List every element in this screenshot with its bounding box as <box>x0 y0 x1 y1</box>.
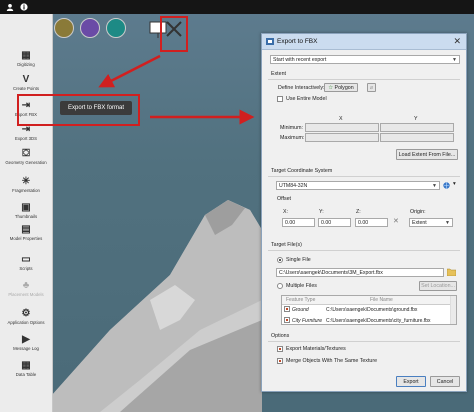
export-button[interactable]: Export <box>396 376 426 387</box>
merge-objects-checkbox[interactable] <box>277 358 283 364</box>
row-city-furniture-checkbox[interactable] <box>284 317 290 323</box>
cancel-button[interactable]: Cancel <box>430 376 460 387</box>
chevron-down-icon: ▼ <box>452 57 457 63</box>
polygon-icon: ☆ <box>328 85 334 91</box>
extent-divider <box>268 79 460 80</box>
reset-offset-icon[interactable]: ✕ <box>393 217 399 225</box>
tcs-divider <box>268 176 460 177</box>
use-entire-model-checkbox[interactable] <box>277 96 283 102</box>
extent-x-header: X <box>339 116 343 122</box>
row-ground-feature: Ground <box>292 307 309 313</box>
combo-value: Start with recent export <box>273 57 327 63</box>
extent-section-title: Extent <box>271 71 287 77</box>
chevron-down-icon: ▼ <box>432 183 437 189</box>
offset-y-label: Y: <box>319 209 324 215</box>
multiple-files-label: Multiple Files <box>286 283 317 289</box>
offset-x-field[interactable]: 0.00 <box>282 218 315 227</box>
offset-z-field[interactable]: 0.00 <box>355 218 388 227</box>
column-header-feature-type: Feature Type <box>286 297 316 303</box>
folder-icon[interactable] <box>447 268 456 276</box>
use-entire-model-label: Use Entire Model <box>286 96 327 102</box>
tcs-section-title: Target Coordinate System <box>271 168 333 174</box>
start-with-recent-combo[interactable]: Start with recent export ▼ <box>270 55 460 64</box>
single-file-label: Single File <box>286 257 311 263</box>
chevron-down-icon: ▼ <box>445 220 450 226</box>
offset-z-label: Z: <box>356 209 361 215</box>
offset-y-field[interactable]: 0.00 <box>318 218 351 227</box>
polygon-button[interactable]: ☆ Polygon <box>324 83 358 92</box>
files-section-title: Target File(s) <box>271 242 302 248</box>
row-city-furniture-file: C:\Users\saengek\Documents\city_furnitur… <box>326 318 431 324</box>
offset-label: Offset <box>277 196 292 202</box>
extent-max-x-field[interactable] <box>305 133 379 142</box>
extent-max-y-field[interactable] <box>380 133 454 142</box>
options-section-title: Options <box>271 333 290 339</box>
dialog-app-icon <box>266 38 274 45</box>
extent-min-x-field[interactable] <box>305 123 379 132</box>
table-scrollbar[interactable] <box>450 296 456 324</box>
dialog-titlebar[interactable]: Export to FBX ✕ <box>262 34 466 50</box>
polygon-button-label: Polygon <box>334 85 354 91</box>
dialog-title: Export to FBX <box>277 38 318 45</box>
row-ground-file: C:\Users\saengek\Documents\ground.fbx <box>326 307 418 313</box>
files-divider <box>268 250 460 251</box>
arrow-to-export <box>98 54 161 88</box>
extent-y-header: Y <box>414 116 418 122</box>
column-header-file-name: File Name <box>370 297 393 303</box>
define-interactively-label: Define Interactively: <box>278 85 325 91</box>
multiple-files-radio[interactable] <box>277 283 283 289</box>
single-file-path-field[interactable]: C:\Users\saengek\Documents\3M_Export.fbx <box>276 268 444 277</box>
set-location-button[interactable]: Set Location... <box>419 281 457 291</box>
options-divider <box>268 341 460 342</box>
origin-label: Origin: <box>410 209 426 215</box>
origin-combo[interactable]: Extent ▼ <box>409 218 453 227</box>
row-city-furniture-feature: City Furniture <box>292 318 323 324</box>
load-extent-button[interactable]: Load Extent From File... <box>396 149 458 160</box>
tcs-value: UTM84-32N <box>279 183 308 189</box>
clear-polygon-button[interactable]: ⌀ <box>367 83 376 92</box>
close-icon[interactable]: ✕ <box>453 36 461 47</box>
files-table: Feature Type File Name Ground C:\Users\s… <box>281 295 457 325</box>
single-file-radio[interactable] <box>277 257 283 263</box>
export-materials-label: Export Materials/Textures <box>286 346 346 352</box>
globe-icon[interactable] <box>443 182 450 189</box>
tcs-combo[interactable]: UTM84-32N ▼ <box>276 181 440 190</box>
export-materials-checkbox[interactable] <box>277 346 283 352</box>
extent-maximum-label: Maximum: <box>280 135 305 141</box>
extent-minimum-label: Minimum: <box>280 125 303 131</box>
tcs-expand-icon[interactable]: ▾ <box>453 181 456 187</box>
row-ground-checkbox[interactable] <box>284 306 290 312</box>
offset-x-label: X: <box>283 209 289 215</box>
extent-min-y-field[interactable] <box>380 123 454 132</box>
merge-objects-label: Merge Objects With The Same Texture <box>286 358 378 364</box>
origin-value: Extent <box>412 220 427 226</box>
